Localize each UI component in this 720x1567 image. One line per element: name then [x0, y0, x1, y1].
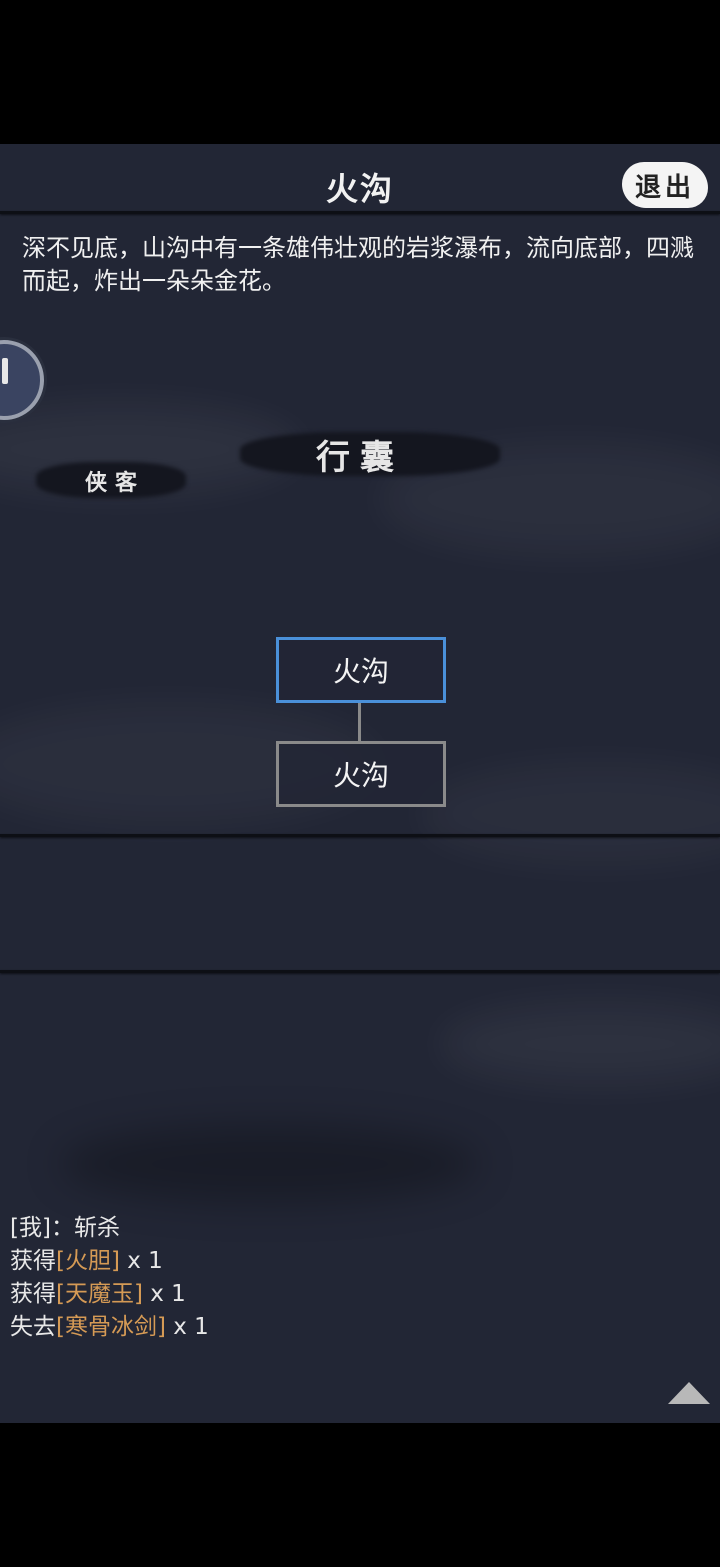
exit-button[interactable]: 退出: [622, 162, 708, 208]
portrait-mark: [2, 358, 8, 384]
log-line: 失去[寒骨冰剑] x 1: [10, 1311, 209, 1344]
log-text: 获得: [10, 1248, 56, 1274]
panel-divider: [0, 970, 720, 973]
log-item: [火胆]: [56, 1248, 120, 1274]
page-title: 火沟: [325, 170, 394, 208]
map-node-current[interactable]: 火沟: [276, 637, 446, 703]
location-description: 深不见底，山沟中有一条雄伟壮观的岩浆瀑布，流向底部，四溅而起，炸出一朵朵金花。: [22, 234, 694, 295]
event-log: [我]：斩杀 获得[火胆] x 1 获得[天魔玉] x 1 失去[寒骨冰剑] x…: [10, 1212, 209, 1344]
hero-button[interactable]: 侠客: [40, 462, 190, 500]
fog-decoration: [60, 1124, 480, 1204]
fog-decoration: [420, 764, 720, 864]
log-count: x 1: [142, 1281, 186, 1307]
map-node[interactable]: 火沟: [276, 741, 446, 807]
game-screen: 火沟 退出 深不见底，山沟中有一条雄伟壮观的岩浆瀑布，流向底部，四溅而起，炸出一…: [0, 144, 720, 1423]
log-count: x 1: [119, 1248, 163, 1274]
triangle-up-icon[interactable]: [668, 1382, 710, 1404]
log-text: 获得: [10, 1281, 56, 1307]
fog-decoration: [440, 1004, 720, 1084]
log-item: [寒骨冰剑]: [56, 1314, 166, 1340]
header-bar: 火沟 退出: [0, 144, 720, 214]
panel-divider: [0, 834, 720, 837]
header-divider: [0, 211, 720, 214]
log-item: [天魔玉]: [56, 1281, 143, 1307]
map-connector: [358, 703, 361, 741]
log-count: x 1: [165, 1314, 209, 1340]
log-text: [我]：斩杀: [10, 1215, 120, 1241]
character-portrait-icon[interactable]: [0, 340, 44, 420]
log-line: 获得[天魔玉] x 1: [10, 1278, 209, 1311]
log-text: 失去: [10, 1314, 56, 1340]
bag-button[interactable]: 行囊: [240, 428, 480, 480]
log-line: [我]：斩杀: [10, 1212, 209, 1245]
log-line: 获得[火胆] x 1: [10, 1245, 209, 1278]
